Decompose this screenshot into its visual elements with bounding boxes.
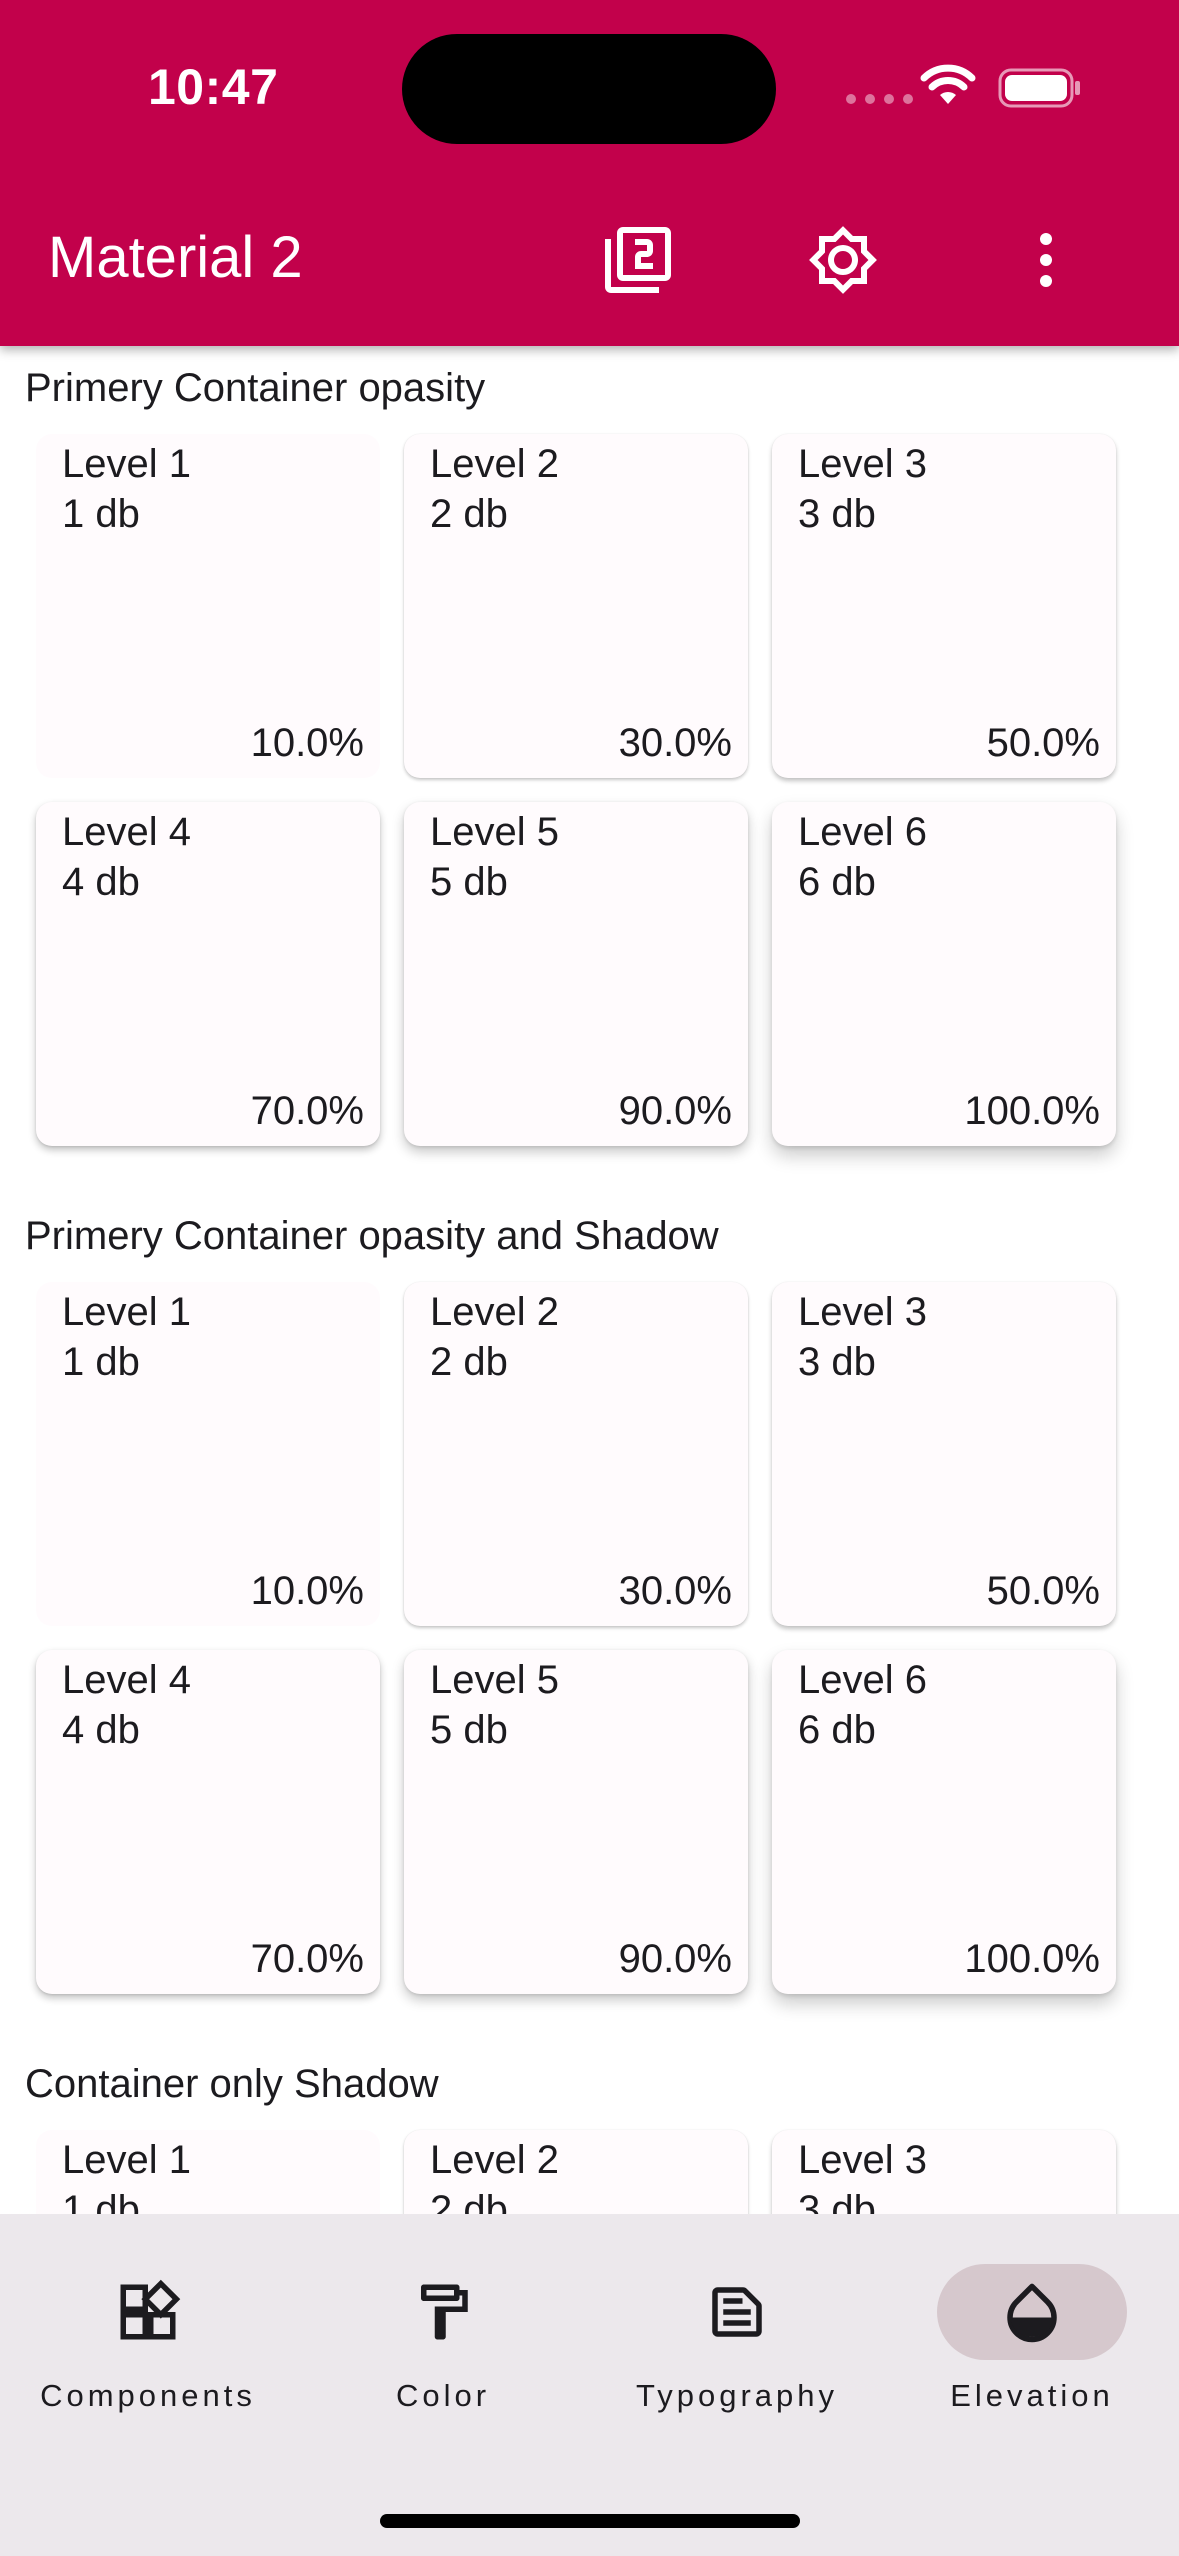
card-db: 6 db — [798, 860, 876, 904]
theme-brightness-button[interactable] — [795, 212, 891, 308]
card-db: 1 db — [62, 2188, 140, 2214]
elevation-card: Level 5 5 db 90.0% — [404, 802, 748, 1146]
text-snippet-icon — [712, 2287, 762, 2337]
card-level: Level 6 — [798, 1658, 927, 1702]
card-db: 4 db — [62, 860, 140, 904]
card-opacity: 30.0% — [618, 721, 732, 765]
card-level: Level 2 — [430, 442, 559, 486]
card-level: Level 5 — [430, 1658, 559, 1702]
card-level: Level 3 — [798, 2138, 927, 2182]
elevation-card: Level 4 4 db 70.0% — [36, 802, 380, 1146]
card-db: 2 db — [430, 1340, 508, 1384]
elevation-content[interactable]: Primery Container opasity Level 1 1 db 1… — [0, 346, 1179, 2214]
card-opacity: 100.0% — [964, 1089, 1100, 1133]
elevation-card: Level 1 1 db — [36, 2130, 380, 2214]
card-level: Level 3 — [798, 442, 927, 486]
card-db: 2 db — [430, 2188, 508, 2214]
card-db: 3 db — [798, 1340, 876, 1384]
elevation-card: Level 5 5 db 90.0% — [404, 1650, 748, 1994]
card-opacity: 70.0% — [250, 1937, 364, 1981]
wifi-icon — [920, 64, 976, 104]
card-opacity: 50.0% — [986, 721, 1100, 765]
card-level: Level 2 — [430, 1290, 559, 1334]
card-level: Level 1 — [62, 2138, 191, 2182]
card-opacity: 30.0% — [618, 1569, 732, 1613]
status-time: 10:47 — [148, 59, 279, 115]
card-db: 3 db — [798, 2188, 876, 2214]
top-app-bar: 10:47 Material 2 — [0, 0, 1179, 346]
card-opacity: 90.0% — [618, 1089, 732, 1133]
card-db: 4 db — [62, 1708, 140, 1752]
nav-label: Color — [395, 2378, 491, 2413]
card-opacity: 10.0% — [250, 1569, 364, 1613]
card-db: 6 db — [798, 1708, 876, 1752]
card-level: Level 6 — [798, 810, 927, 854]
home-indicator[interactable] — [380, 2514, 800, 2528]
card-db: 5 db — [430, 1708, 508, 1752]
card-level: Level 4 — [62, 1658, 191, 1702]
nav-label: Typography — [636, 2378, 838, 2413]
card-db: 2 db — [430, 492, 508, 536]
section-title: Primery Container opasity and Shadow — [25, 1214, 719, 1258]
card-db: 1 db — [62, 1340, 140, 1384]
more-options-button[interactable] — [998, 212, 1094, 308]
card-level: Level 3 — [798, 1290, 927, 1334]
battery-icon — [998, 68, 1080, 108]
card-level: Level 1 — [62, 442, 191, 486]
elevation-card: Level 6 6 db 100.0% — [772, 802, 1116, 1146]
version-toggle-button[interactable] — [590, 212, 686, 308]
nav-label: Elevation — [950, 2378, 1114, 2413]
card-level: Level 2 — [430, 2138, 559, 2182]
elevation-card: Level 3 3 db 50.0% — [772, 434, 1116, 778]
card-level: Level 4 — [62, 810, 191, 854]
elevation-card: Level 3 3 db — [772, 2130, 1116, 2214]
card-opacity: 10.0% — [250, 721, 364, 765]
elevation-card: Level 3 3 db 50.0% — [772, 1282, 1116, 1626]
nav-active-indicator — [937, 2264, 1127, 2360]
card-level: Level 5 — [430, 810, 559, 854]
card-opacity: 70.0% — [250, 1089, 364, 1133]
elevation-card: Level 2 2 db 30.0% — [404, 1282, 748, 1626]
bottom-navigation-bar: Components Color Typography Elevation — [0, 2214, 1179, 2556]
app-title: Material 2 — [48, 225, 303, 290]
card-opacity: 90.0% — [618, 1937, 732, 1981]
elevation-card: Level 4 4 db 70.0% — [36, 1650, 380, 1994]
section-title: Container only Shadow — [25, 2062, 439, 2106]
nav-item-components[interactable]: Components — [18, 2264, 278, 2424]
nav-item-color[interactable]: Color — [313, 2264, 573, 2424]
nav-label: Components — [40, 2378, 256, 2413]
card-db: 1 db — [62, 492, 140, 536]
brightness-icon — [809, 226, 877, 294]
elevation-card: Level 6 6 db 100.0% — [772, 1650, 1116, 1994]
more-vert-icon — [1040, 233, 1052, 287]
dynamic-island — [402, 34, 776, 144]
card-opacity: 100.0% — [964, 1937, 1100, 1981]
section-title: Primery Container opasity — [25, 366, 486, 410]
card-opacity: 50.0% — [986, 1569, 1100, 1613]
card-db: 5 db — [430, 860, 508, 904]
card-level: Level 1 — [62, 1290, 191, 1334]
elevation-card: Level 1 1 db 10.0% — [36, 434, 380, 778]
opacity-icon — [1007, 2283, 1057, 2343]
version-toggle-icon — [605, 227, 671, 293]
cellular-signal-icon — [846, 94, 913, 104]
nav-item-elevation[interactable]: Elevation — [902, 2264, 1162, 2424]
nav-item-typography[interactable]: Typography — [607, 2264, 867, 2424]
elevation-card: Level 2 2 db 30.0% — [404, 434, 748, 778]
format-paint-icon — [421, 2284, 468, 2340]
card-db: 3 db — [798, 492, 876, 536]
elevation-card: Level 2 2 db — [404, 2130, 748, 2214]
elevation-card: Level 1 1 db 10.0% — [36, 1282, 380, 1626]
widgets-icon — [120, 2279, 181, 2340]
